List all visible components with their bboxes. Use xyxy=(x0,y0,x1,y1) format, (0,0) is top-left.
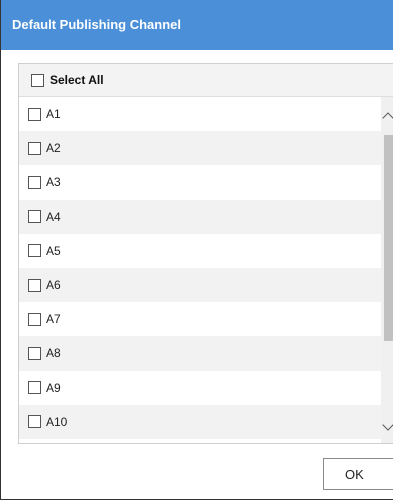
list-item[interactable]: A7 xyxy=(19,302,381,336)
channel-label: A10 xyxy=(46,414,68,429)
channel-checkbox[interactable] xyxy=(28,141,41,155)
list-scrollbar[interactable] xyxy=(381,97,393,443)
scrollbar-thumb[interactable] xyxy=(384,135,393,341)
channel-label: A4 xyxy=(46,209,61,224)
channel-checkbox[interactable] xyxy=(28,107,41,121)
list-item[interactable]: A10 xyxy=(19,404,381,439)
list-item[interactable]: A1 xyxy=(19,97,381,131)
channel-label: A2 xyxy=(46,141,61,156)
select-all-option[interactable]: Select All xyxy=(19,64,393,97)
list-item[interactable]: A3 xyxy=(19,165,381,199)
list-item[interactable]: A2 xyxy=(19,131,381,166)
list-item[interactable]: A5 xyxy=(19,234,381,268)
channel-rows: A1 A2 A3 A4 A5 A6 A7 A8 A9 A10 xyxy=(19,97,381,443)
channel-checkbox[interactable] xyxy=(28,278,41,292)
ok-button[interactable]: OK xyxy=(323,458,393,490)
chevron-up-icon[interactable] xyxy=(381,105,393,127)
chevron-down-icon[interactable] xyxy=(381,416,393,438)
publishing-channel-dialog: Default Publishing Channel Select All A1… xyxy=(0,0,393,500)
channel-checkbox[interactable] xyxy=(28,346,41,360)
list-item[interactable]: A9 xyxy=(19,371,381,405)
channel-label: A9 xyxy=(46,380,61,395)
list-item[interactable]: A6 xyxy=(19,267,381,303)
channel-label: A3 xyxy=(46,175,61,190)
channel-list: Select All A1 A2 A3 A4 A5 A6 A7 A8 A9 A1… xyxy=(18,63,393,444)
channel-checkbox[interactable] xyxy=(28,210,41,224)
channel-label: A6 xyxy=(46,278,61,293)
channel-checkbox[interactable] xyxy=(28,415,41,429)
channel-label: A7 xyxy=(46,312,61,327)
channel-label: A1 xyxy=(46,107,61,122)
channel-label: A8 xyxy=(46,346,61,361)
select-all-label: Select All xyxy=(50,73,104,87)
list-item[interactable]: A4 xyxy=(19,199,381,234)
channel-checkbox[interactable] xyxy=(28,312,41,326)
channel-checkbox[interactable] xyxy=(28,244,41,258)
dialog-title: Default Publishing Channel xyxy=(1,0,393,50)
channel-checkbox[interactable] xyxy=(28,175,41,189)
channel-checkbox[interactable] xyxy=(28,381,41,395)
list-item[interactable]: A8 xyxy=(19,336,381,371)
select-all-checkbox[interactable] xyxy=(31,73,44,87)
channel-label: A5 xyxy=(46,243,61,258)
